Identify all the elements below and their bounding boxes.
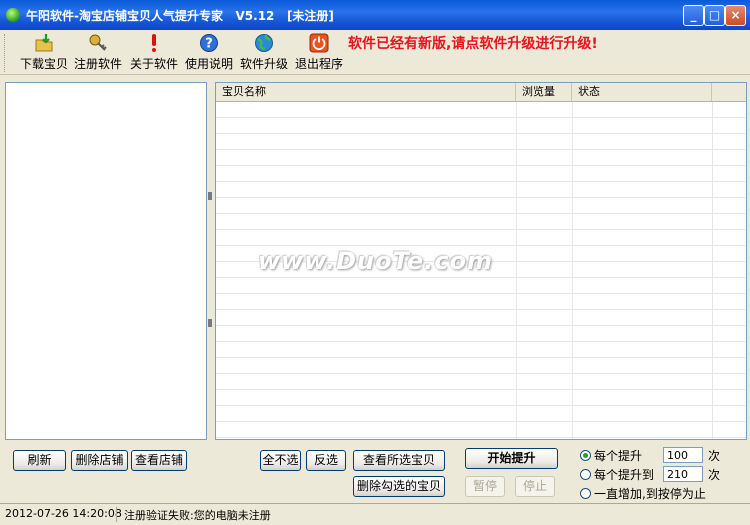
unselect-all-button[interactable]: 全不选 [260,450,301,471]
status-bar: 2012-07-26 14:20:08 注册验证失败:您的电脑未注册 [0,503,750,525]
status-time: 2012-07-26 14:20:08 [5,507,122,520]
upgrade-button[interactable]: 软件升级 [236,33,292,72]
boost-to-count-input[interactable]: 210 [663,466,703,482]
app-icon [6,8,20,22]
about-label: 关于软件 [129,57,178,71]
globe-icon [255,34,273,52]
column-divider [516,102,517,439]
view-selected-button[interactable]: 查看所选宝贝 [353,450,445,471]
radio-each-boost[interactable] [580,449,591,461]
option-until-stop[interactable]: 一直增加,到按停为止 [580,485,706,501]
download-icon [35,34,53,52]
svg-text:?: ? [205,37,213,52]
download-button[interactable]: 下载宝贝 [16,33,72,72]
status-divider [116,507,117,522]
toolbar-grip[interactable] [4,34,8,72]
radio-boost-to[interactable] [580,468,591,480]
option-boost-to[interactable]: 每个提升到 [580,466,654,482]
download-label: 下载宝贝 [19,57,68,71]
minimize-button[interactable]: _ [683,5,704,26]
column-divider [572,102,573,439]
status-message: 注册验证失败:您的电脑未注册 [124,509,271,522]
update-notice: 软件已经有新版,请点软件升级进行升级! [348,36,598,52]
column-header-status[interactable]: 状态 [572,83,712,101]
maximize-button[interactable]: □ [704,5,725,26]
refresh-button[interactable]: 刷新 [13,450,66,471]
exit-button[interactable]: 退出程序 [291,33,347,72]
register-button[interactable]: 注册软件 [70,33,126,72]
watermark: www.DuoTe.com [258,247,493,275]
window-title: 午阳软件-淘宝店铺宝贝人气提升专家 V5.12 [未注册] [26,9,334,23]
option-until-stop-label: 一直增加,到按停为止 [594,486,706,501]
about-button[interactable]: 关于软件 [126,33,182,72]
view-shop-button[interactable]: 查看店铺 [131,450,187,471]
register-label: 注册软件 [73,57,122,71]
pause-button[interactable]: 暂停 [465,476,505,497]
delete-shop-button[interactable]: 删除店铺 [71,450,128,471]
start-boost-button[interactable]: 开始提升 [465,448,558,469]
option-each-boost-label: 每个提升 [594,448,643,463]
each-boost-unit: 次 [708,449,721,463]
stop-button[interactable]: 停止 [515,476,555,497]
help-button[interactable]: ? 使用说明 [181,33,237,72]
exit-label: 退出程序 [294,57,343,71]
column-header-name[interactable]: 宝贝名称 [216,83,516,101]
splitter-arrow-icon [208,192,212,200]
upgrade-label: 软件升级 [239,57,288,71]
power-icon [309,33,329,53]
shop-list[interactable] [5,82,207,440]
help-icon: ? [200,34,218,52]
column-header-views[interactable]: 浏览量 [516,83,572,101]
column-divider [712,102,713,439]
title-bar[interactable]: 午阳软件-淘宝店铺宝贝人气提升专家 V5.12 [未注册] _ □ × [0,0,750,30]
delete-checked-button[interactable]: 删除勾选的宝贝 [353,476,445,497]
splitter-arrow-icon [208,319,212,327]
exclamation-icon [152,34,156,52]
panel-splitter[interactable] [207,82,213,438]
help-label: 使用说明 [184,57,233,71]
option-boost-to-label: 每个提升到 [594,467,655,482]
key-icon [89,34,107,51]
radio-until-stop[interactable] [580,487,591,499]
option-each-boost[interactable]: 每个提升 [580,447,642,463]
boost-to-unit: 次 [708,468,721,482]
invert-selection-button[interactable]: 反选 [306,450,346,471]
grid-header: 宝贝名称 浏览量 状态 [216,83,746,102]
each-boost-count-input[interactable]: 100 [663,447,703,463]
close-button[interactable]: × [725,5,746,26]
